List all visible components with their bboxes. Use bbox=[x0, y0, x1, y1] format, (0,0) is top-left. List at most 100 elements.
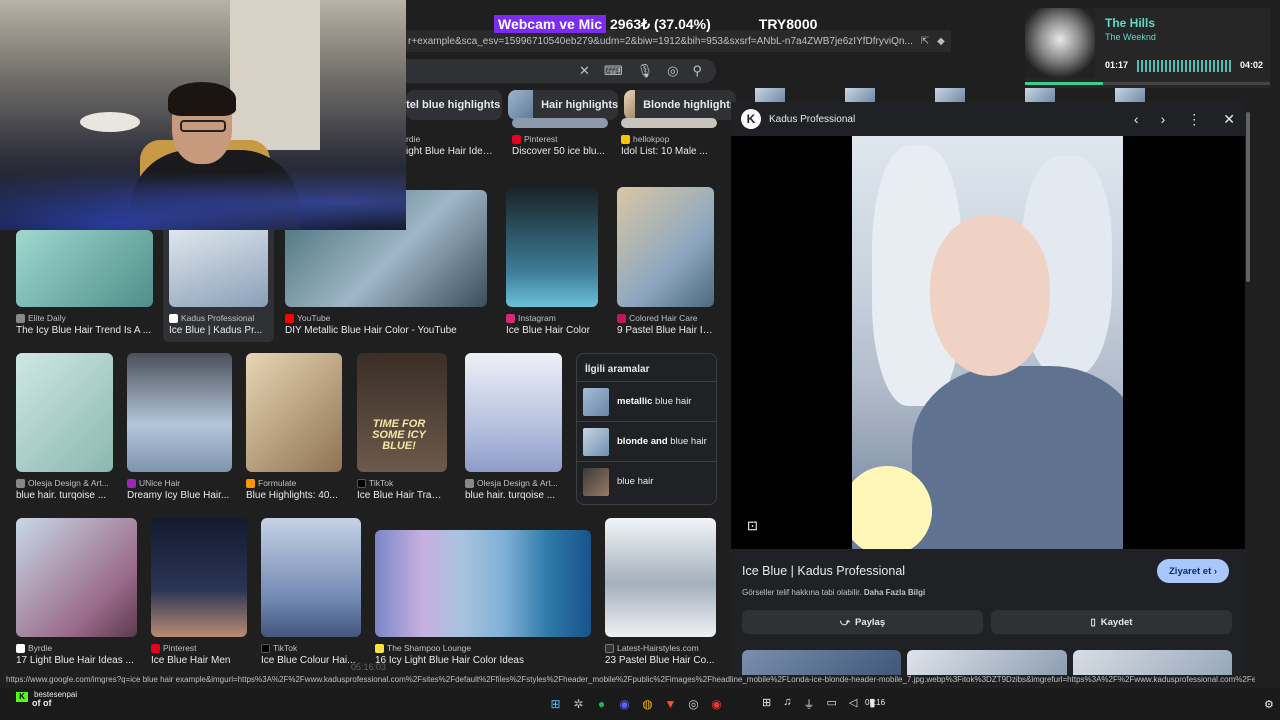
result-card[interactable]: TikTok Ice Blue Colour Hai... bbox=[261, 518, 361, 666]
result-card-selected[interactable]: Kadus Professional Ice Blue | Kadus Pr..… bbox=[163, 220, 274, 342]
result-card[interactable]: TIME FOR SOME ICY BLUE! TikTok Ice Blue … bbox=[357, 353, 447, 501]
share-button[interactable]: ⤻ Paylaş bbox=[742, 610, 983, 634]
elapsed-time: 01:17 bbox=[1105, 60, 1129, 70]
song-progress-fill bbox=[1025, 82, 1104, 85]
strip-thumb[interactable] bbox=[935, 88, 965, 102]
result-card[interactable]: Elite Daily The Icy Blue Hair Trend Is A… bbox=[16, 230, 153, 336]
keyboard-icon[interactable]: ⌨ bbox=[604, 63, 623, 79]
copyright-notice: Görseller telif hakkına tabi olabilir. D… bbox=[742, 588, 926, 597]
windows-start-icon[interactable]: ⊞ bbox=[548, 696, 563, 711]
song-title: The Hills bbox=[1105, 16, 1156, 30]
related-thumb bbox=[583, 427, 609, 456]
song-progress-bar bbox=[1025, 82, 1270, 85]
chip-hair-highlights[interactable]: Hair highlights bbox=[508, 90, 619, 120]
chat-message: of of bbox=[32, 698, 52, 708]
webcam-overlay bbox=[0, 0, 406, 230]
network-icon[interactable]: ⏚ bbox=[803, 696, 814, 712]
chip-thumb bbox=[624, 90, 636, 120]
link-status-bar: https://www.google.com/imgres?q=ice blue… bbox=[0, 675, 1255, 687]
related-thumb bbox=[583, 467, 609, 496]
result-card[interactable]: Formulate Blue Highlights: 40... bbox=[246, 353, 342, 501]
strip-thumb[interactable] bbox=[845, 88, 875, 102]
image-preview-panel: K Kadus Professional ‹ › ⋮ ✕ ⊡ Ice Blue … bbox=[731, 102, 1245, 680]
related-thumb bbox=[583, 387, 609, 416]
panel-scrollbar[interactable] bbox=[1246, 112, 1250, 282]
chrome-icon[interactable]: ◍ bbox=[640, 696, 655, 711]
goal-progress: 2963₺ (37.04%) bbox=[610, 15, 711, 32]
strip-thumb[interactable] bbox=[755, 88, 785, 102]
clock: 05:16 bbox=[865, 698, 886, 707]
search-icon[interactable]: ⚲ bbox=[692, 63, 702, 79]
discord-icon[interactable]: ◉ bbox=[617, 696, 632, 711]
result-card[interactable]: Instagram Ice Blue Hair Color bbox=[506, 187, 598, 336]
waveform bbox=[1137, 60, 1233, 72]
more-icon[interactable]: ⋮ bbox=[1187, 111, 1201, 128]
result-card[interactable]: Latest-Hairstyles.com 23 Pastel Blue Hai… bbox=[605, 518, 716, 666]
related-item[interactable]: metallic blue hair bbox=[577, 381, 716, 421]
album-art bbox=[1025, 8, 1095, 78]
result-card[interactable]: Byrdie 17 Light Blue Hair Ideas ... bbox=[16, 518, 137, 666]
mic-icon[interactable]: 🎙 bbox=[637, 63, 654, 79]
strip-thumb[interactable] bbox=[1025, 88, 1055, 102]
gear-icon[interactable]: ⚙ bbox=[1264, 698, 1274, 711]
thumbnail-strip bbox=[755, 88, 1245, 102]
share-icon[interactable]: ⇱ bbox=[921, 36, 929, 47]
result-card[interactable]: Pinterest Discover 50 ice blu... bbox=[512, 118, 608, 157]
chip-blonde-highlights[interactable]: Blonde highlights bbox=[624, 90, 736, 120]
chip-thumb bbox=[508, 90, 534, 120]
now-playing-widget: The Hills The Weeknd 01:17 04:02 bbox=[1025, 8, 1270, 88]
clear-icon[interactable]: ✕ bbox=[579, 63, 590, 79]
tray-grid-icon[interactable]: ⊞ bbox=[762, 696, 771, 712]
result-card[interactable]: Pinterest Ice Blue Hair Men bbox=[151, 518, 247, 666]
donation-goal: Webcam ve Mic 2963₺ (37.04%) TRY8000 bbox=[494, 14, 817, 34]
share-icon: ⤻ bbox=[839, 616, 851, 628]
image-viewer bbox=[731, 136, 1245, 549]
url-text: r+example&sca_esv=15996710540eb279&udm=2… bbox=[408, 35, 913, 47]
save-button[interactable]: ▯ Kaydet bbox=[991, 610, 1232, 634]
record-icon[interactable]: ◉ bbox=[709, 696, 724, 711]
kick-icon: K bbox=[16, 692, 28, 702]
screen: Webcam ve Mic 2963₺ (37.04%) TRY8000 r+e… bbox=[0, 0, 1280, 720]
site-name[interactable]: Kadus Professional bbox=[769, 114, 1126, 125]
lens-search-icon[interactable]: ⊡ bbox=[747, 518, 758, 534]
result-card[interactable]: The Shampoo Lounge 16 Icy Light Blue Hai… bbox=[375, 530, 591, 666]
strip-thumb[interactable] bbox=[1115, 88, 1145, 102]
goal-target: TRY8000 bbox=[758, 16, 818, 32]
filter-chips: stel blue highlights Hair highlights Blo… bbox=[406, 90, 736, 120]
app-icon[interactable]: ✲ bbox=[571, 696, 586, 711]
search-box[interactable]: ✕ ⌨ 🎙 ◎ ⚲ bbox=[406, 59, 716, 83]
related-searches: İlgili aramalar metallic blue hair blond… bbox=[576, 353, 717, 505]
lens-icon[interactable]: ◎ bbox=[667, 63, 678, 79]
result-card[interactable]: Olesja Design & Art... blue hair. turqoi… bbox=[16, 353, 113, 501]
result-card[interactable]: UNice Hair Dreamy Icy Blue Hair... bbox=[127, 353, 232, 501]
tiktok-caption: TIME FOR SOME ICY BLUE! bbox=[372, 418, 426, 452]
next-icon[interactable]: › bbox=[1161, 111, 1166, 128]
display-icon[interactable]: ▭ bbox=[826, 696, 836, 712]
preview-title[interactable]: Ice Blue | Kadus Professional bbox=[742, 564, 905, 578]
volume-icon[interactable]: ◁ bbox=[849, 696, 857, 712]
prev-icon[interactable]: ‹ bbox=[1134, 111, 1139, 128]
extension-icon[interactable]: ◆ bbox=[937, 36, 945, 47]
panel-header: K Kadus Professional ‹ › ⋮ ✕ bbox=[731, 102, 1245, 136]
related-item[interactable]: blue hair bbox=[577, 461, 716, 501]
goal-badge: Webcam ve Mic bbox=[494, 15, 607, 33]
chip-pastel-blue[interactable]: stel blue highlights bbox=[406, 90, 503, 120]
result-card[interactable]: hellokpop Idol List: 10 Male ... bbox=[621, 118, 717, 157]
headset-icon[interactable]: ♫ bbox=[783, 696, 791, 712]
more-info-link[interactable]: Daha Fazla Bilgi bbox=[864, 588, 925, 597]
related-item[interactable]: blonde and blue hair bbox=[577, 421, 716, 461]
result-card[interactable]: Olesja Design & Art... blue hair. turqoi… bbox=[465, 353, 562, 501]
taskbar: K bestesenpai of of 05:16:03 ⊞ ✲ ● ◉ ◍ ▼… bbox=[0, 662, 1280, 720]
spotify-icon[interactable]: ● bbox=[594, 696, 609, 711]
brave-icon[interactable]: ▼ bbox=[663, 696, 678, 711]
site-logo: K bbox=[741, 109, 761, 129]
stream-timer: 05:16:03 bbox=[351, 662, 387, 672]
preview-image[interactable] bbox=[852, 136, 1123, 549]
steam-icon[interactable]: ◎ bbox=[686, 696, 701, 711]
total-time: 04:02 bbox=[1240, 60, 1264, 70]
song-artist: The Weeknd bbox=[1105, 32, 1156, 42]
result-card[interactable]: Colored Hair Care 9 Pastel Blue Hair Id.… bbox=[617, 187, 714, 336]
visit-button[interactable]: Ziyaret et › bbox=[1157, 559, 1230, 583]
result-card[interactable]: rdie ight Blue Hair Idea... bbox=[406, 128, 496, 157]
close-icon[interactable]: ✕ bbox=[1223, 111, 1235, 128]
